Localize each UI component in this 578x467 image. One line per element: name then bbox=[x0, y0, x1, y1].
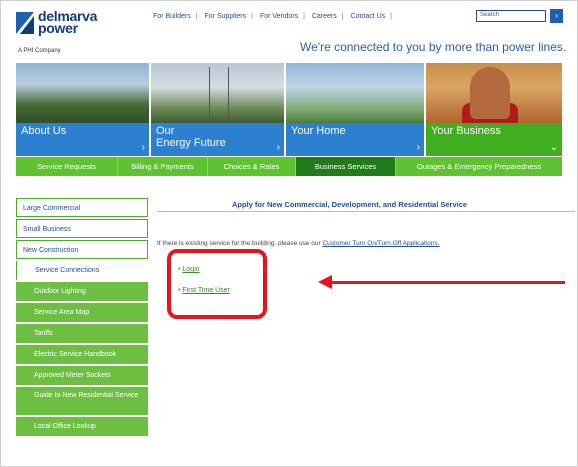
hero-panel-your-business[interactable]: Your Business ⌄ bbox=[426, 63, 562, 156]
separator: | bbox=[390, 13, 392, 20]
separator: | bbox=[195, 13, 198, 20]
top-link-suppliers[interactable]: For Suppliers bbox=[205, 13, 247, 20]
separator: | bbox=[251, 13, 253, 20]
power-lines-image bbox=[151, 63, 284, 123]
logo-mark-icon bbox=[16, 12, 34, 34]
sidebar-item-new-construction[interactable]: New Construction bbox=[16, 240, 148, 259]
landscape-image bbox=[16, 63, 149, 123]
search-input[interactable]: Search bbox=[476, 10, 546, 22]
top-link-vendors[interactable]: For Vendors bbox=[260, 13, 298, 20]
page-title: Apply for New Commercial, Development, a… bbox=[232, 200, 468, 209]
red-arrow-head-icon bbox=[318, 275, 332, 289]
nav-billing-payments[interactable]: Billing & Payments bbox=[118, 157, 208, 176]
hero-label-energy-future: Energy Future bbox=[156, 137, 226, 149]
sidebar-item-approved-meter-sockets[interactable]: Approved Meter Sockets bbox=[16, 366, 148, 385]
top-link-contact[interactable]: Contact Us bbox=[351, 13, 386, 20]
hero-label-your-home: Your Home bbox=[291, 125, 346, 137]
person-shape bbox=[470, 67, 510, 119]
sidebar-item-small-business[interactable]: Small Business bbox=[16, 219, 148, 238]
main-nav: Service Requests Billing & Payments Choi… bbox=[16, 157, 562, 176]
nav-business-services[interactable]: Business Services bbox=[296, 157, 396, 176]
existing-service-notice: If there is existing service for the bui… bbox=[157, 240, 440, 247]
separator: | bbox=[303, 13, 305, 20]
hero-label: About Us › bbox=[16, 123, 149, 156]
delmarva-logo[interactable]: delmarva power A PHI Company bbox=[16, 9, 108, 54]
chevron-right-icon: › bbox=[555, 11, 558, 20]
separator: | bbox=[341, 13, 344, 20]
hero-label: Your Home › bbox=[286, 123, 424, 156]
sidebar-item-outdoor-lighting[interactable]: Outdoor Lighting bbox=[16, 282, 148, 301]
notice-text: If there is existing service for the bui… bbox=[157, 240, 321, 247]
hero-label-your-business: Your Business bbox=[431, 125, 501, 137]
chevron-right-icon: › bbox=[416, 142, 420, 153]
logo-subtitle: A PHI Company bbox=[18, 48, 61, 54]
sidebar-item-service-area-map[interactable]: Service Area Map bbox=[16, 303, 148, 322]
hero-label-about-us: About Us bbox=[21, 125, 67, 137]
hero-banner: About Us › Our Energy Future › Your Home… bbox=[16, 63, 562, 156]
hero-panel-about-us[interactable]: About Us › bbox=[16, 63, 149, 156]
sidebar: Large Commercial Small Business New Cons… bbox=[16, 198, 148, 438]
top-link-careers[interactable]: Careers bbox=[312, 13, 337, 20]
hero-label-our: Our bbox=[156, 125, 175, 137]
hero-panel-energy-future[interactable]: Our Energy Future › bbox=[151, 63, 284, 156]
search-go-button[interactable]: › bbox=[550, 9, 563, 23]
power-tower-shape bbox=[209, 67, 229, 123]
top-links: For Builders | For Suppliers | For Vendors… bbox=[153, 13, 397, 20]
red-arrow-shaft bbox=[330, 281, 565, 284]
home-image bbox=[286, 63, 424, 123]
sidebar-item-large-commercial[interactable]: Large Commercial bbox=[16, 198, 148, 217]
sidebar-item-guide-residential[interactable]: Guide to New Residential Service bbox=[16, 387, 148, 415]
hero-panel-your-home[interactable]: Your Home › bbox=[286, 63, 424, 156]
nav-service-requests[interactable]: Service Requests bbox=[16, 157, 118, 176]
hero-label: Our Energy Future › bbox=[151, 123, 284, 156]
red-highlight-box bbox=[167, 249, 267, 319]
nav-outages[interactable]: Outages & Emergency Preparedness bbox=[396, 157, 562, 176]
nav-choices-rates[interactable]: Choices & Rates bbox=[208, 157, 296, 176]
sidebar-item-local-office-lookup[interactable]: Local Office Lookup bbox=[16, 417, 148, 436]
logo-text: delmarva power bbox=[38, 9, 97, 35]
chevron-down-icon: ⌄ bbox=[549, 142, 558, 153]
sidebar-item-service-connections[interactable]: Service Connections bbox=[16, 261, 148, 280]
tagline: We're connected to you by more than powe… bbox=[300, 40, 567, 54]
title-divider bbox=[157, 211, 575, 212]
chevron-right-icon: › bbox=[276, 142, 280, 153]
hero-label: Your Business ⌄ bbox=[426, 123, 562, 156]
top-link-builders[interactable]: For Builders bbox=[153, 13, 191, 20]
customer-turn-on-off-link[interactable]: Customer Turn On/Turn Off Applications. bbox=[322, 240, 439, 247]
chevron-right-icon: › bbox=[141, 142, 145, 153]
sidebar-item-tariffs[interactable]: Tariffs bbox=[16, 324, 148, 343]
business-person-image bbox=[426, 63, 562, 123]
sidebar-item-electric-service-handbook[interactable]: Electric Service Handbook bbox=[16, 345, 148, 364]
